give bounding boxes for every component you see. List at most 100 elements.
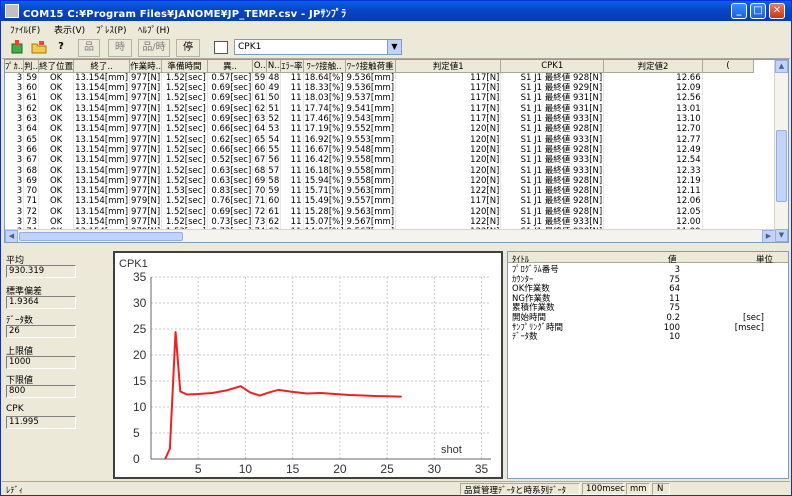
menu-file[interactable]: ﾌｧｲﾙ(F)	[10, 23, 40, 36]
table-cell: 71	[23, 196, 40, 207]
scroll-left-icon[interactable]: ◀	[5, 230, 18, 242]
chevron-down-icon[interactable]: ▼	[387, 40, 401, 54]
column-header[interactable]: ｴﾗｰ率	[280, 60, 304, 73]
color-swatch[interactable]	[214, 41, 228, 54]
table-row[interactable]: 3 63 OK 13.154[mm] 977[N] 1.52[sec] 0.69[sec] 6…	[5, 113, 788, 125]
time-button[interactable]: 時	[108, 39, 132, 57]
column-header[interactable]: ﾜｰｸ接触荷重	[345, 60, 397, 73]
table-row[interactable]: 3 65 OK 13.154[mm] 977[N] 1.52[sec] 0.62[sec] 6…	[5, 134, 788, 145]
table-row[interactable]: 3 66 OK 13.154[mm] 977[N] 1.52[sec] 0.66[sec] 6…	[5, 144, 788, 156]
help-icon[interactable]: ?	[52, 39, 70, 57]
table-cell: 11	[280, 93, 304, 104]
table-cell: 61	[252, 93, 268, 104]
data-point	[377, 395, 379, 397]
table-cell: 0.76[sec]	[207, 196, 254, 207]
table-cell: 12.70	[603, 124, 703, 135]
status-mode: 品質管理ﾃﾞｰﾀと時系列ﾃﾞｰﾀ	[464, 486, 567, 496]
chart-item-select[interactable]: CPK1 ▼	[234, 39, 402, 55]
x-axis-label: shot	[441, 444, 462, 456]
status-unit2: N	[657, 484, 664, 494]
table-row[interactable]: 3 61 OK 13.154[mm] 977[N] 1.52[sec] 0.69[sec] 6…	[5, 93, 788, 104]
scroll-down-icon[interactable]: ▼	[775, 229, 788, 242]
column-header[interactable]: O..	[252, 60, 268, 73]
app-icon[interactable]	[5, 4, 19, 18]
column-header[interactable]: 判定値1	[395, 60, 502, 73]
horizontal-scroll-thumb[interactable]	[19, 232, 183, 241]
new-icon[interactable]	[8, 39, 26, 57]
column-header[interactable]: ﾜｰｸ接触..	[303, 60, 346, 73]
stat-upper-value: 1000	[6, 356, 76, 369]
column-header[interactable]: 判定値2	[603, 60, 703, 73]
table-cell: 9.536[mm]	[345, 72, 397, 83]
table-row[interactable]: 3 69 OK 13.154[mm] 977[N] 1.52[sec] 0.63[sec] 6…	[5, 175, 788, 186]
pin-time-button[interactable]: 品/時	[138, 39, 170, 57]
title-bar[interactable]: COM15 C:¥Program Files¥JANOME¥JP_TEMP.cs…	[1, 1, 791, 21]
table-row[interactable]: 3 70 OK 13.154[mm] 977[N] 1.53[sec] 0.83[sec] 7…	[5, 185, 788, 197]
column-header[interactable]: ﾌﾟｶ..	[5, 60, 25, 73]
stop-button[interactable]: 停	[176, 39, 200, 57]
close-button[interactable]: ✕	[769, 3, 785, 19]
table-row[interactable]: 3 59 OK 13.154[mm] 977[N] 1.52[sec] 0.57[sec] 5…	[5, 72, 788, 83]
vertical-scroll-thumb[interactable]	[776, 130, 787, 202]
vertical-scrollbar[interactable]: ▲ ▼	[774, 60, 788, 242]
table-cell: 70	[23, 185, 40, 197]
table-cell: 67	[23, 155, 40, 166]
table-cell: 69	[252, 175, 268, 186]
table-cell: 17.19[%]	[303, 124, 346, 135]
table-cell: S1 J1 最終値 931[N]	[500, 93, 605, 104]
table-cell: OK	[38, 155, 75, 166]
table-cell: 9.541[mm]	[345, 103, 397, 114]
horizontal-scrollbar[interactable]: ◀ ▶	[5, 229, 775, 242]
column-header[interactable]: 終了位置	[38, 60, 75, 73]
table-row[interactable]: 3 64 OK 13.154[mm] 977[N] 1.52[sec] 0.66[sec] 6…	[5, 124, 788, 135]
table-cell: 17.46[%]	[303, 113, 346, 125]
table-cell: OK	[38, 165, 75, 176]
table-cell: OK	[38, 72, 75, 83]
table-cell: 122[N]	[395, 216, 502, 228]
column-header[interactable]: 判..	[23, 60, 40, 73]
table-row[interactable]: 3 73 OK 13.154[mm] 977[N] 1.52[sec] 0.73[sec] 7…	[5, 216, 788, 228]
pin-button[interactable]: 品	[78, 39, 100, 57]
table-row[interactable]: 3 60 OK 13.154[mm] 977[N] 1.52[sec] 0.69[sec] 6…	[5, 83, 788, 94]
column-header[interactable]: 作業時..	[129, 60, 163, 73]
column-header[interactable]: 異..	[207, 60, 254, 73]
info-title: OK作業数	[512, 284, 550, 295]
table-cell: 9.557[mm]	[345, 196, 397, 207]
table-cell: S1 J1 最終値 928[N]	[500, 206, 605, 217]
table-cell: 3	[5, 113, 25, 125]
table-row[interactable]: 3 62 OK 13.154[mm] 977[N] 1.52[sec] 0.69[sec] 6…	[5, 103, 788, 114]
table-cell: 3	[5, 185, 25, 197]
column-header[interactable]: N..	[266, 60, 282, 73]
data-point	[306, 392, 308, 395]
scroll-up-icon[interactable]: ▲	[775, 60, 788, 73]
app-window: COM15 C:¥Program Files¥JANOME¥JP_TEMP.cs…	[0, 0, 792, 496]
column-header[interactable]: CPK1	[500, 60, 605, 73]
table-row[interactable]: 3 72 OK 13.154[mm] 977[N] 1.52[sec] 0.69[sec] 7…	[5, 206, 788, 217]
table-cell: 977[N]	[129, 206, 163, 217]
menu-view[interactable]: 表示(V)	[54, 23, 85, 36]
table-row[interactable]: 3 71 OK 13.154[mm] 979[N] 1.52[sec] 0.76[sec] 7…	[5, 196, 788, 207]
chart-item-value: CPK1	[238, 42, 262, 52]
info-value: 10	[669, 332, 680, 343]
minimize-button[interactable]: _	[731, 3, 747, 19]
table-cell: 13.154[mm]	[73, 83, 131, 94]
table-cell: 0.73[sec]	[207, 216, 254, 228]
table-cell: 1.52[sec]	[161, 216, 208, 228]
table-cell: 977[N]	[129, 113, 163, 125]
column-header[interactable]: 準備時間	[161, 60, 208, 73]
column-header[interactable]: 終了..	[73, 60, 131, 73]
table-row[interactable]: 3 67 OK 13.154[mm] 977[N] 1.52[sec] 0.52[sec] 6…	[5, 155, 788, 166]
data-table[interactable]: ﾌﾟｶ.. 判.. 終了位置 終了.. 作業時.. 準備時間 異.. O.. N.. ｴﾗｰ率 ﾜｰ…	[4, 59, 789, 243]
table-cell: OK	[38, 134, 75, 145]
table-cell: OK	[38, 113, 75, 125]
menu-help[interactable]: ﾍﾙﾌﾟ(H)	[138, 23, 170, 36]
table-cell: 117[N]	[395, 113, 502, 125]
table-cell: 73	[252, 216, 268, 228]
y-tick-label: 20	[133, 348, 147, 362]
menu-press[interactable]: ﾌﾟﾚｽ(P)	[96, 23, 126, 36]
maximize-button[interactable]: □	[750, 3, 766, 19]
open-folder-icon[interactable]	[30, 39, 48, 57]
data-point	[268, 391, 270, 394]
table-row[interactable]: 3 68 OK 13.154[mm] 977[N] 1.52[sec] 0.63[sec] 6…	[5, 165, 788, 176]
column-header[interactable]: (	[702, 60, 755, 73]
